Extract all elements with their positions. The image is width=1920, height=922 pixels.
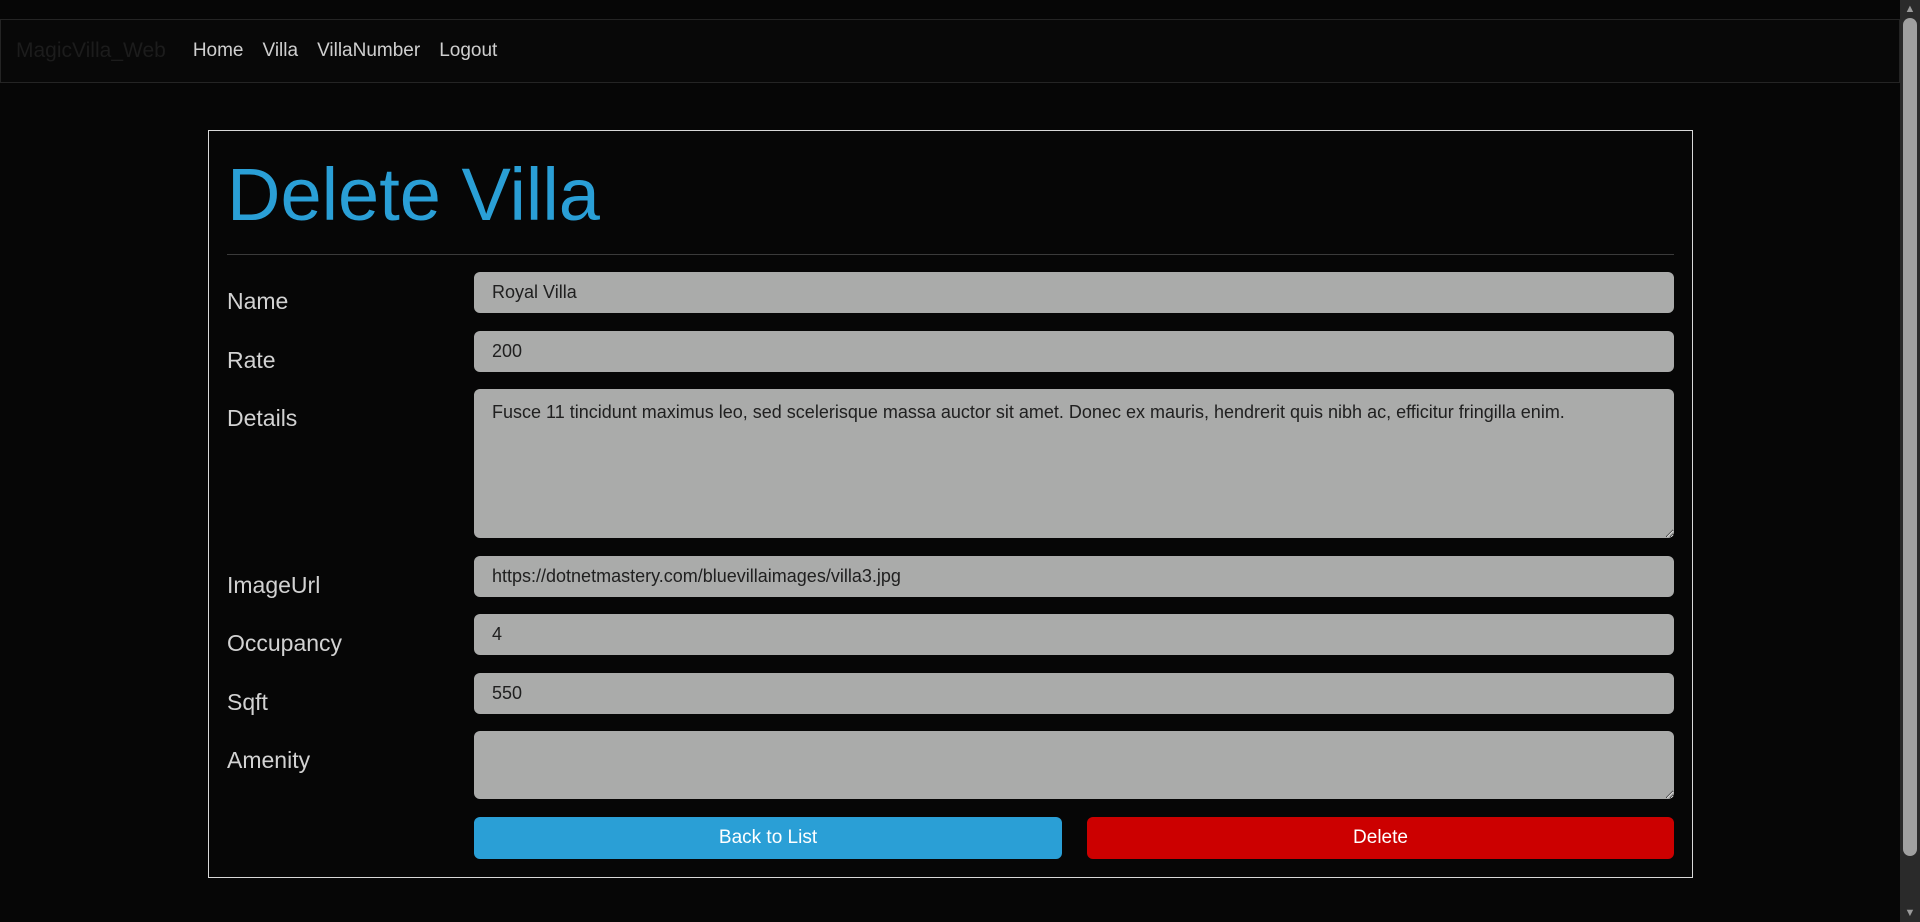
nav-link-home[interactable]: Home: [193, 40, 244, 62]
nav-links: Home Villa VillaNumber Logout: [193, 40, 517, 62]
imageurl-input[interactable]: [474, 556, 1674, 597]
page: MagicVilla_Web Home Villa VillaNumber Lo…: [0, 0, 1920, 922]
nav-link-villanumber[interactable]: VillaNumber: [317, 40, 420, 62]
brand-link[interactable]: MagicVilla_Web: [16, 39, 166, 63]
scroll-down-arrow-icon[interactable]: ▼: [1900, 904, 1920, 922]
amenity-textarea[interactable]: [474, 731, 1674, 799]
rate-input[interactable]: [474, 331, 1674, 372]
delete-villa-card: Delete Villa Name Rate Details Fusce 11 …: [208, 130, 1693, 878]
navbar: MagicVilla_Web Home Villa VillaNumber Lo…: [0, 19, 1900, 83]
amenity-label: Amenity: [227, 747, 311, 773]
name-input[interactable]: [474, 272, 1674, 313]
details-label: Details: [227, 405, 298, 431]
name-label: Name: [227, 288, 289, 314]
nav-link-logout[interactable]: Logout: [439, 40, 497, 62]
sqft-label: Sqft: [227, 689, 268, 715]
page-title: Delete Villa: [227, 153, 600, 236]
rate-label: Rate: [227, 347, 276, 373]
back-to-list-button[interactable]: Back to List: [474, 817, 1062, 859]
imageurl-label: ImageUrl: [227, 572, 321, 598]
nav-link-villa[interactable]: Villa: [263, 40, 299, 62]
scroll-up-arrow-icon[interactable]: ▲: [1900, 0, 1920, 18]
occupancy-label: Occupancy: [227, 630, 343, 656]
scrollbar-thumb[interactable]: [1903, 18, 1917, 856]
delete-button[interactable]: Delete: [1087, 817, 1674, 859]
details-textarea[interactable]: Fusce 11 tincidunt maximus leo, sed scel…: [474, 389, 1674, 538]
sqft-input[interactable]: [474, 673, 1674, 714]
title-divider: [227, 254, 1674, 255]
page-scrollbar[interactable]: ▲ ▼: [1900, 0, 1920, 922]
occupancy-input[interactable]: [474, 614, 1674, 655]
